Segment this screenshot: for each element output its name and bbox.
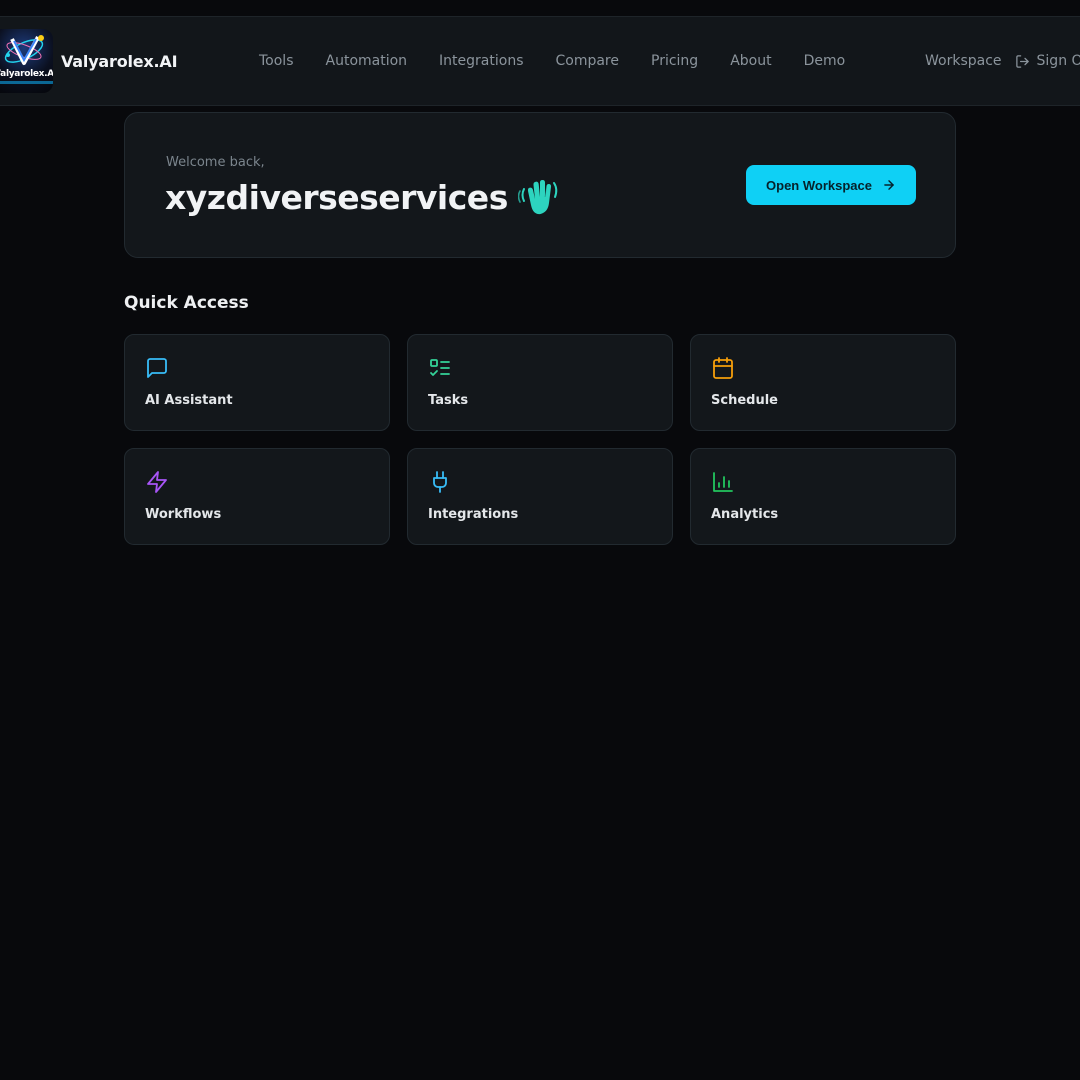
tile-tasks[interactable]: Tasks bbox=[407, 334, 673, 431]
tile-label: Schedule bbox=[711, 393, 778, 408]
checklist-icon bbox=[430, 359, 450, 376]
nav-link-compare[interactable]: Compare bbox=[539, 53, 635, 69]
top-navbar: Valyarolex.AI Valyarolex.AI Tools Automa… bbox=[0, 16, 1080, 106]
sign-out-label: Sign Out bbox=[1036, 53, 1080, 69]
tile-label: Analytics bbox=[711, 507, 779, 522]
main-nav: Tools Automation Integrations Compare Pr… bbox=[243, 17, 861, 105]
chat-bubble-icon bbox=[147, 358, 167, 378]
nav-link-demo[interactable]: Demo bbox=[788, 53, 862, 69]
tile-integrations[interactable]: Integrations bbox=[407, 448, 673, 545]
welcome-greeting: Welcome back, bbox=[166, 155, 265, 170]
arrow-right-icon bbox=[884, 180, 894, 190]
logo-text: Valyarolex.AI bbox=[0, 69, 53, 79]
tile-label: AI Assistant bbox=[145, 393, 233, 408]
nav-link-about[interactable]: About bbox=[714, 53, 787, 69]
calendar-icon bbox=[713, 357, 733, 379]
nav-link-integrations[interactable]: Integrations bbox=[423, 53, 539, 69]
sign-out-button[interactable]: Sign Out bbox=[1015, 53, 1080, 69]
logo-emblem-icon bbox=[0, 35, 53, 84]
waving-hand-icon bbox=[517, 180, 558, 215]
brand-name[interactable]: Valyarolex.AI bbox=[61, 52, 178, 71]
brand-logo[interactable]: Valyarolex.AI bbox=[0, 29, 53, 93]
sign-out-icon bbox=[1015, 54, 1029, 68]
tile-ai-assistant[interactable]: AI Assistant bbox=[124, 334, 390, 431]
lightning-icon bbox=[147, 471, 167, 493]
open-workspace-label: Open Workspace bbox=[766, 177, 872, 193]
brand[interactable]: Valyarolex.AI Valyarolex.AI bbox=[0, 29, 178, 93]
tile-schedule[interactable]: Schedule bbox=[690, 334, 956, 431]
nav-link-tools[interactable]: Tools bbox=[243, 53, 310, 69]
tile-workflows[interactable]: Workflows bbox=[124, 448, 390, 545]
tile-label: Integrations bbox=[428, 507, 519, 522]
nav-actions: Workspace Sign Out bbox=[925, 17, 1080, 105]
open-workspace-button[interactable]: Open Workspace bbox=[746, 165, 916, 205]
tile-label: Workflows bbox=[145, 507, 222, 522]
welcome-username: xyzdiverseservices bbox=[165, 177, 508, 217]
nav-link-automation[interactable]: Automation bbox=[310, 53, 424, 69]
quick-access-grid: AI Assistant Tasks Schedule Workflows In… bbox=[124, 334, 956, 545]
tile-analytics[interactable]: Analytics bbox=[690, 448, 956, 545]
tile-label: Tasks bbox=[428, 393, 469, 408]
nav-workspace-link[interactable]: Workspace bbox=[925, 53, 1002, 69]
bar-chart-icon bbox=[713, 472, 733, 492]
plug-icon bbox=[433, 471, 447, 493]
quick-access-title: Quick Access bbox=[124, 293, 249, 313]
welcome-name-row: xyzdiverseservices bbox=[165, 175, 562, 219]
nav-link-pricing[interactable]: Pricing bbox=[635, 53, 714, 69]
welcome-card: Welcome back, xyzdiverseservices Open Wo… bbox=[124, 112, 956, 258]
